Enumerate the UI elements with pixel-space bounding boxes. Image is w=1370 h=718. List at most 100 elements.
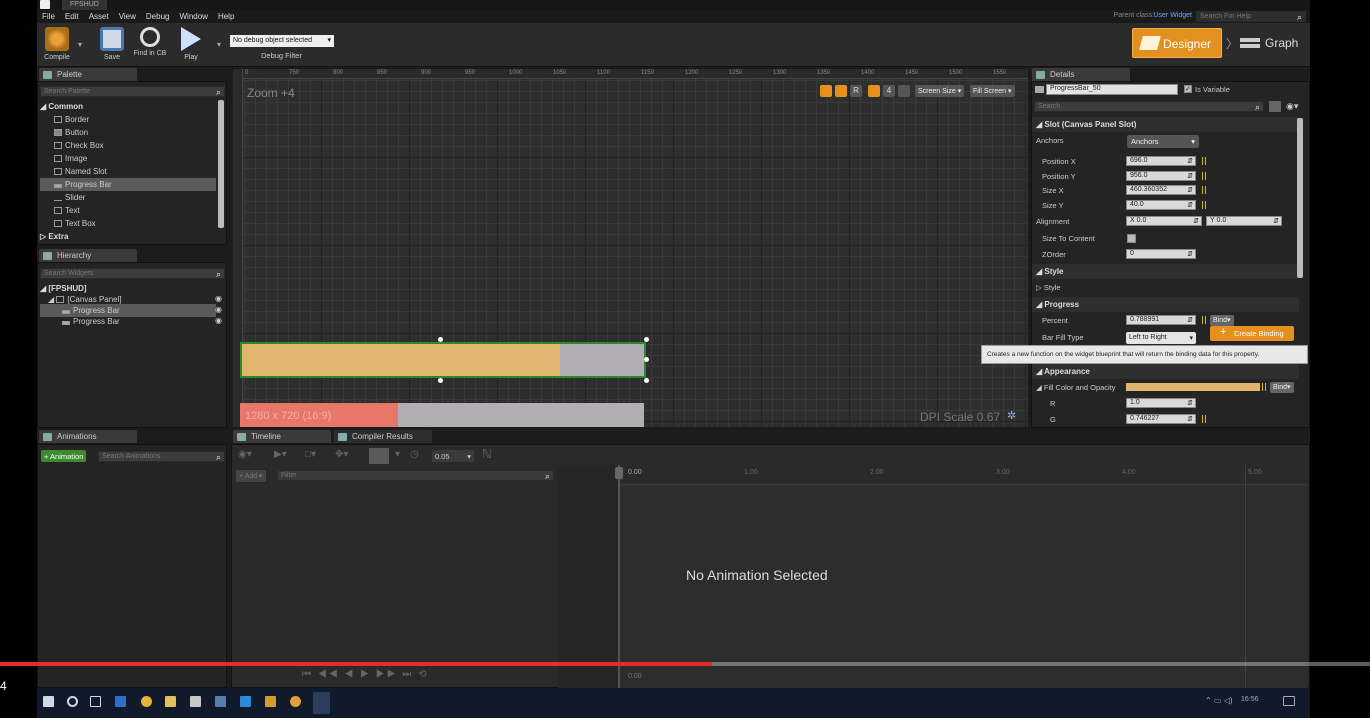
r-input[interactable]: 1.0 ⇵ bbox=[1126, 398, 1196, 408]
percent-input[interactable]: 0.788991 ⇵ bbox=[1126, 315, 1196, 325]
property-matrix-icon[interactable] bbox=[1269, 101, 1281, 112]
screen-size-dropdown[interactable]: Screen Size ▾ bbox=[915, 85, 965, 97]
palette-item-text[interactable]: Text bbox=[40, 204, 216, 217]
visibility-filter-eye-icon[interactable]: ◉▾ bbox=[1286, 101, 1298, 112]
resize-handle[interactable] bbox=[644, 357, 649, 362]
palette-item-text-box[interactable]: Text Box bbox=[40, 217, 216, 230]
palette-scrollbar[interactable] bbox=[218, 100, 224, 228]
palette-item-check-box[interactable]: Check Box bbox=[40, 139, 216, 152]
style-row[interactable]: ▷ Style bbox=[1032, 280, 1299, 295]
section-slot[interactable]: ◢ Slot (Canvas Panel Slot) bbox=[1032, 117, 1299, 132]
hierarchy-progress-bar-2[interactable]: Progress Bar ◉ bbox=[40, 315, 222, 328]
menu-help[interactable]: Help bbox=[213, 12, 239, 21]
keyframe-toggle-button[interactable] bbox=[369, 448, 389, 464]
resize-handle[interactable] bbox=[644, 337, 649, 342]
zorder-input[interactable]: 0 ⇵ bbox=[1126, 249, 1196, 259]
menu-debug[interactable]: Debug bbox=[141, 12, 175, 21]
fill-color-swatch[interactable] bbox=[1126, 383, 1260, 391]
r-button[interactable]: R bbox=[850, 85, 862, 97]
visibility-eye-icon[interactable]: ◉ bbox=[215, 316, 222, 325]
move-mode-icon[interactable] bbox=[835, 85, 847, 97]
visibility-eye-icon[interactable]: ◉ bbox=[215, 305, 222, 314]
keyframe-icon[interactable] bbox=[1262, 383, 1266, 391]
track-area[interactable]: 0.00 No Animation Selected 0.00 1.00 2.00… bbox=[558, 465, 1308, 688]
select-mode-icon[interactable] bbox=[820, 85, 832, 97]
app-icon[interactable] bbox=[215, 696, 226, 707]
size-x-input[interactable]: 460.360352 ⇵ bbox=[1126, 185, 1196, 195]
playhead[interactable] bbox=[618, 465, 620, 688]
tab-palette[interactable]: Palette bbox=[39, 68, 137, 81]
unreal-taskbar-icon[interactable] bbox=[313, 692, 330, 714]
palette-item-button[interactable]: Button bbox=[40, 126, 216, 139]
palette-item-image[interactable]: Image bbox=[40, 152, 216, 165]
tab-timeline[interactable]: Timeline bbox=[233, 430, 331, 443]
time-snap-interval-dropdown[interactable]: 0.05 ▾ bbox=[432, 450, 474, 462]
position-y-input[interactable]: 956.0 ⇵ bbox=[1126, 171, 1196, 181]
section-progress[interactable]: ◢ Progress bbox=[1032, 297, 1299, 312]
app-icon[interactable] bbox=[265, 696, 276, 707]
resize-handle[interactable] bbox=[438, 337, 443, 342]
keyframe-icon[interactable] bbox=[1202, 201, 1206, 209]
bar-fill-type-dropdown[interactable]: Left to Right ▾ bbox=[1126, 332, 1196, 344]
chrome-icon[interactable] bbox=[141, 696, 152, 707]
time-snap-dropdown-icon[interactable]: ▾ bbox=[395, 449, 400, 460]
animations-search-input[interactable]: Search Animations ⌕ bbox=[98, 451, 225, 462]
document-tab[interactable]: FPSHUD bbox=[62, 0, 107, 10]
tab-compiler-results[interactable]: Compiler Results bbox=[334, 430, 432, 443]
play-button[interactable]: Play bbox=[174, 25, 208, 65]
alignment-y-input[interactable]: Y 0.0 ⇵ bbox=[1206, 216, 1282, 226]
view-options-eye-icon[interactable]: ◉▾ bbox=[238, 449, 252, 460]
notification-icon[interactable] bbox=[1283, 696, 1295, 706]
transport-controls[interactable]: ⏮ ◀◀ ◀ ▶ ▶▶ ⏭ ⟲ bbox=[302, 669, 482, 683]
palette-item-border[interactable]: Border bbox=[40, 113, 216, 126]
palette-item-slider[interactable]: Slider bbox=[40, 191, 216, 204]
compile-options-arrow-icon[interactable]: ▾ bbox=[78, 40, 82, 49]
menu-asset[interactable]: Asset bbox=[84, 12, 114, 21]
taskbar-clock[interactable]: 16:56 bbox=[1241, 696, 1259, 703]
designer-canvas[interactable]: 0 750 800 850 900 950 1000 1050 1100 1150 1200 1250… bbox=[233, 69, 1028, 427]
section-appearance[interactable]: ◢ Appearance bbox=[1032, 364, 1299, 379]
progress-bar-widget-selected[interactable] bbox=[240, 342, 646, 378]
tab-details[interactable]: Details bbox=[1032, 68, 1130, 81]
video-progress-track[interactable] bbox=[0, 662, 1370, 666]
resize-handle[interactable] bbox=[438, 378, 443, 383]
palette-search-input[interactable]: Search Palette ⌕ bbox=[40, 86, 225, 97]
dpi-settings-gear-icon[interactable]: ✲ bbox=[1007, 409, 1016, 422]
windows-start-icon[interactable] bbox=[43, 696, 54, 707]
add-animation-button[interactable]: + Animation bbox=[41, 450, 87, 462]
playback-options-icon[interactable]: ▶▾ bbox=[274, 449, 287, 460]
anchors-dropdown[interactable]: Anchors ▾ bbox=[1127, 135, 1199, 148]
percent-bind-dropdown[interactable]: Bind▾ bbox=[1210, 315, 1234, 326]
grid-snap-icon[interactable] bbox=[868, 85, 880, 97]
designer-mode-button[interactable]: Designer bbox=[1132, 28, 1222, 58]
alignment-x-input[interactable]: X 0.0 ⇵ bbox=[1126, 216, 1202, 226]
menu-edit[interactable]: Edit bbox=[60, 12, 84, 21]
size-y-input[interactable]: 40.0 ⇵ bbox=[1126, 200, 1196, 210]
save-button[interactable]: Save bbox=[95, 25, 129, 65]
tab-hierarchy[interactable]: Hierarchy bbox=[39, 249, 137, 262]
visibility-eye-icon[interactable]: ◉ bbox=[215, 294, 222, 303]
fill-screen-dropdown[interactable]: Fill Screen ▾ bbox=[970, 85, 1015, 97]
debug-object-dropdown[interactable]: No debug object selected ▾ bbox=[230, 35, 334, 47]
create-binding-menu-item[interactable]: + Create Binding bbox=[1210, 326, 1294, 341]
palette-category-common[interactable]: ◢ Common bbox=[40, 100, 216, 113]
grid-size-value[interactable]: 4 bbox=[883, 85, 895, 97]
resize-handle[interactable] bbox=[644, 378, 649, 383]
system-tray-icons[interactable]: ⌃ ▭ ◁) bbox=[1205, 696, 1233, 705]
palette-item-progress-bar[interactable]: Progress Bar bbox=[40, 178, 216, 191]
file-explorer-icon[interactable] bbox=[165, 696, 176, 707]
keyframe-icon[interactable] bbox=[1202, 415, 1206, 423]
graph-mode-button[interactable]: Graph bbox=[1237, 28, 1307, 58]
help-search-input[interactable]: Search For Help ⌕ bbox=[1196, 11, 1306, 22]
task-view-icon[interactable] bbox=[90, 696, 101, 707]
track-filter-input[interactable]: Filter ⌕ bbox=[277, 470, 554, 481]
keyframe-icon[interactable] bbox=[1202, 157, 1206, 165]
app-icon[interactable] bbox=[240, 696, 251, 707]
playhead-handle[interactable] bbox=[615, 467, 623, 479]
details-search-input[interactable]: Search ⌕ bbox=[1034, 101, 1264, 112]
edge-icon[interactable] bbox=[115, 696, 126, 707]
store-icon[interactable] bbox=[190, 696, 201, 707]
tab-animations[interactable]: Animations bbox=[39, 430, 137, 443]
app-icon[interactable] bbox=[290, 696, 301, 707]
parent-class-link[interactable]: User Widget bbox=[1153, 12, 1192, 19]
